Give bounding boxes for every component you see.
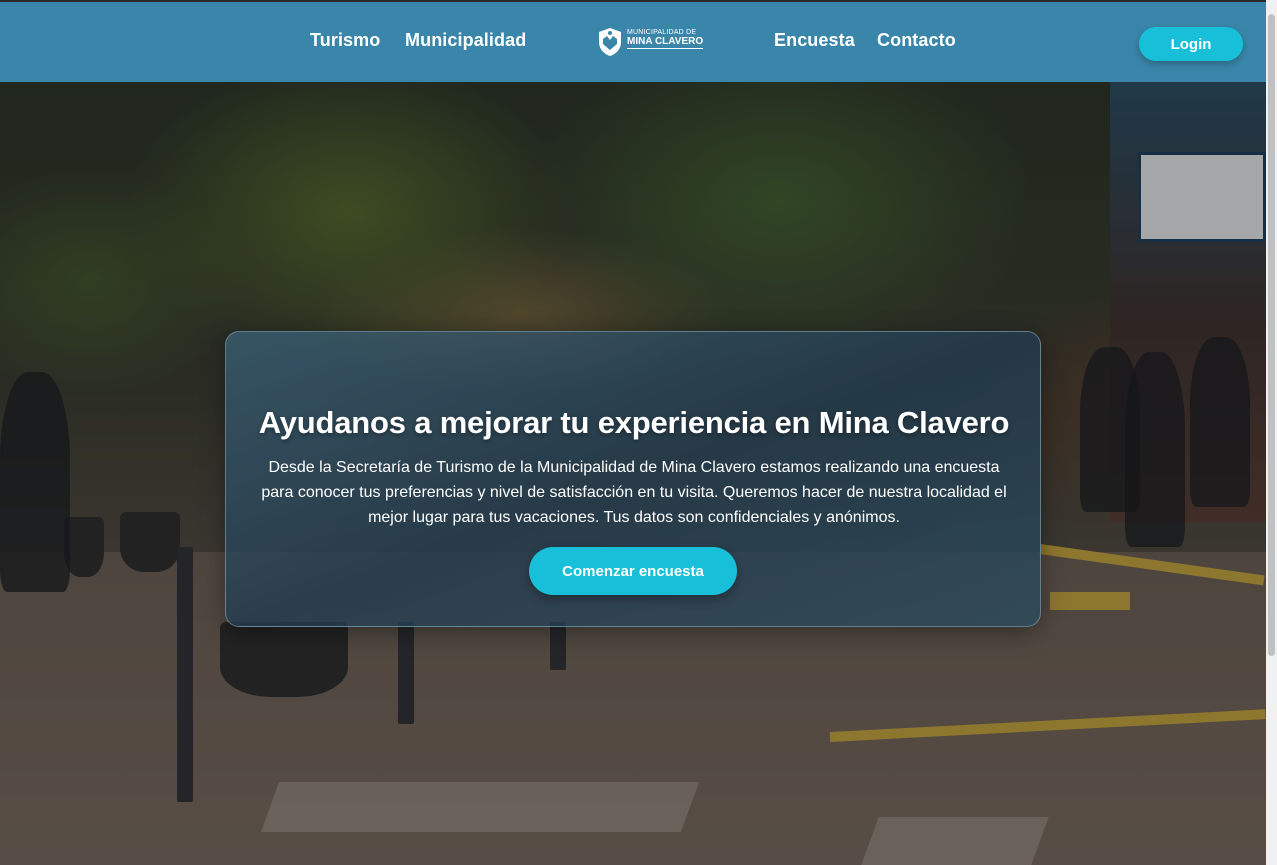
survey-description: Desde la Secretaría de Turismo de la Mun… <box>261 459 1007 526</box>
logo-line-1: MUNICIPALIDAD DE <box>627 29 697 36</box>
survey-title: Ayudanos a mejorar tu experiencia en Min… <box>258 404 1010 440</box>
top-navigation-bar: Turismo Municipalidad MUNICIPALIDAD DE M… <box>0 0 1277 82</box>
logo-tagline-decoration <box>627 51 703 55</box>
page-scrollbar[interactable] <box>1266 0 1277 865</box>
nav-link-encuesta[interactable]: Encuesta <box>774 30 855 51</box>
scrollbar-thumb[interactable] <box>1268 14 1275 656</box>
nav-link-municipalidad[interactable]: Municipalidad <box>405 30 526 51</box>
logo-line-2: MINA CLAVERO <box>627 36 704 49</box>
nav-link-contacto[interactable]: Contacto <box>877 30 956 51</box>
municipality-logo[interactable]: MUNICIPALIDAD DE MINA CLAVERO <box>597 26 707 58</box>
logo-wordmark: MUNICIPALIDAD DE MINA CLAVERO <box>627 29 704 55</box>
login-button[interactable]: Login <box>1139 27 1243 61</box>
start-survey-button[interactable]: Comenzar encuesta <box>529 547 737 595</box>
survey-invitation-card: Ayudanos a mejorar tu experiencia en Min… <box>225 331 1041 627</box>
shield-emblem-icon <box>599 28 621 56</box>
nav-link-turismo[interactable]: Turismo <box>310 30 380 51</box>
